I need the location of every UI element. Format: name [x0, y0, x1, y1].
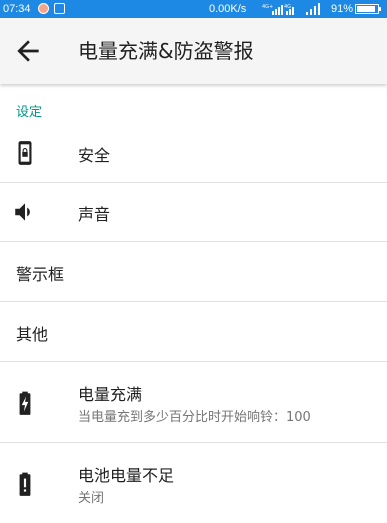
battery-icon	[355, 4, 381, 14]
volume-icon	[15, 203, 30, 221]
app-bar: 电量充满&防盗警报	[0, 18, 387, 84]
svg-text:4G+: 4G+	[262, 4, 273, 10]
settings-item-sound[interactable]: 声音	[0, 183, 387, 241]
battery-percent: 91%	[331, 3, 354, 15]
network-speed: 0.00K/s	[209, 3, 247, 15]
settings-item-alert-box[interactable]: 警示框	[0, 242, 387, 301]
arrow-back-icon[interactable]	[12, 35, 44, 67]
page-title: 电量充满&防盗警报	[78, 39, 254, 63]
battery-alert-icon	[19, 472, 31, 496]
settings-item-other[interactable]: 其他	[0, 302, 387, 361]
settings-item-label: 电量充满	[78, 385, 143, 404]
screenshot-icon	[54, 3, 65, 14]
settings-item-label: 警示框	[16, 265, 65, 284]
section-header-settings: 设定	[16, 105, 43, 120]
status-time: 07:34	[3, 3, 31, 15]
notification-icon	[38, 3, 49, 14]
settings-item-label: 安全	[78, 146, 111, 165]
settings-item-summary: 关闭	[78, 491, 105, 506]
signal-icon: 4G+ 4G	[262, 4, 294, 15]
settings-item-label: 其他	[16, 325, 49, 344]
wifi-icon	[306, 3, 320, 15]
status-bar: 07:34 0.00K/s 4G+ 4G 91%	[0, 0, 387, 18]
battery-charging-icon	[19, 391, 31, 415]
phone-lock-icon	[18, 141, 32, 165]
settings-item-security[interactable]: 安全	[0, 124, 387, 182]
settings-item-summary: 当电量充到多少百分比时开始响铃：100	[78, 410, 311, 425]
settings-item-label: 电池电量不足	[78, 466, 175, 485]
settings-item-low-battery[interactable]: 电池电量不足 关闭	[0, 443, 387, 523]
settings-item-full-charge[interactable]: 电量充满 当电量充到多少百分比时开始响铃：100	[0, 362, 387, 442]
settings-item-label: 声音	[78, 205, 111, 224]
